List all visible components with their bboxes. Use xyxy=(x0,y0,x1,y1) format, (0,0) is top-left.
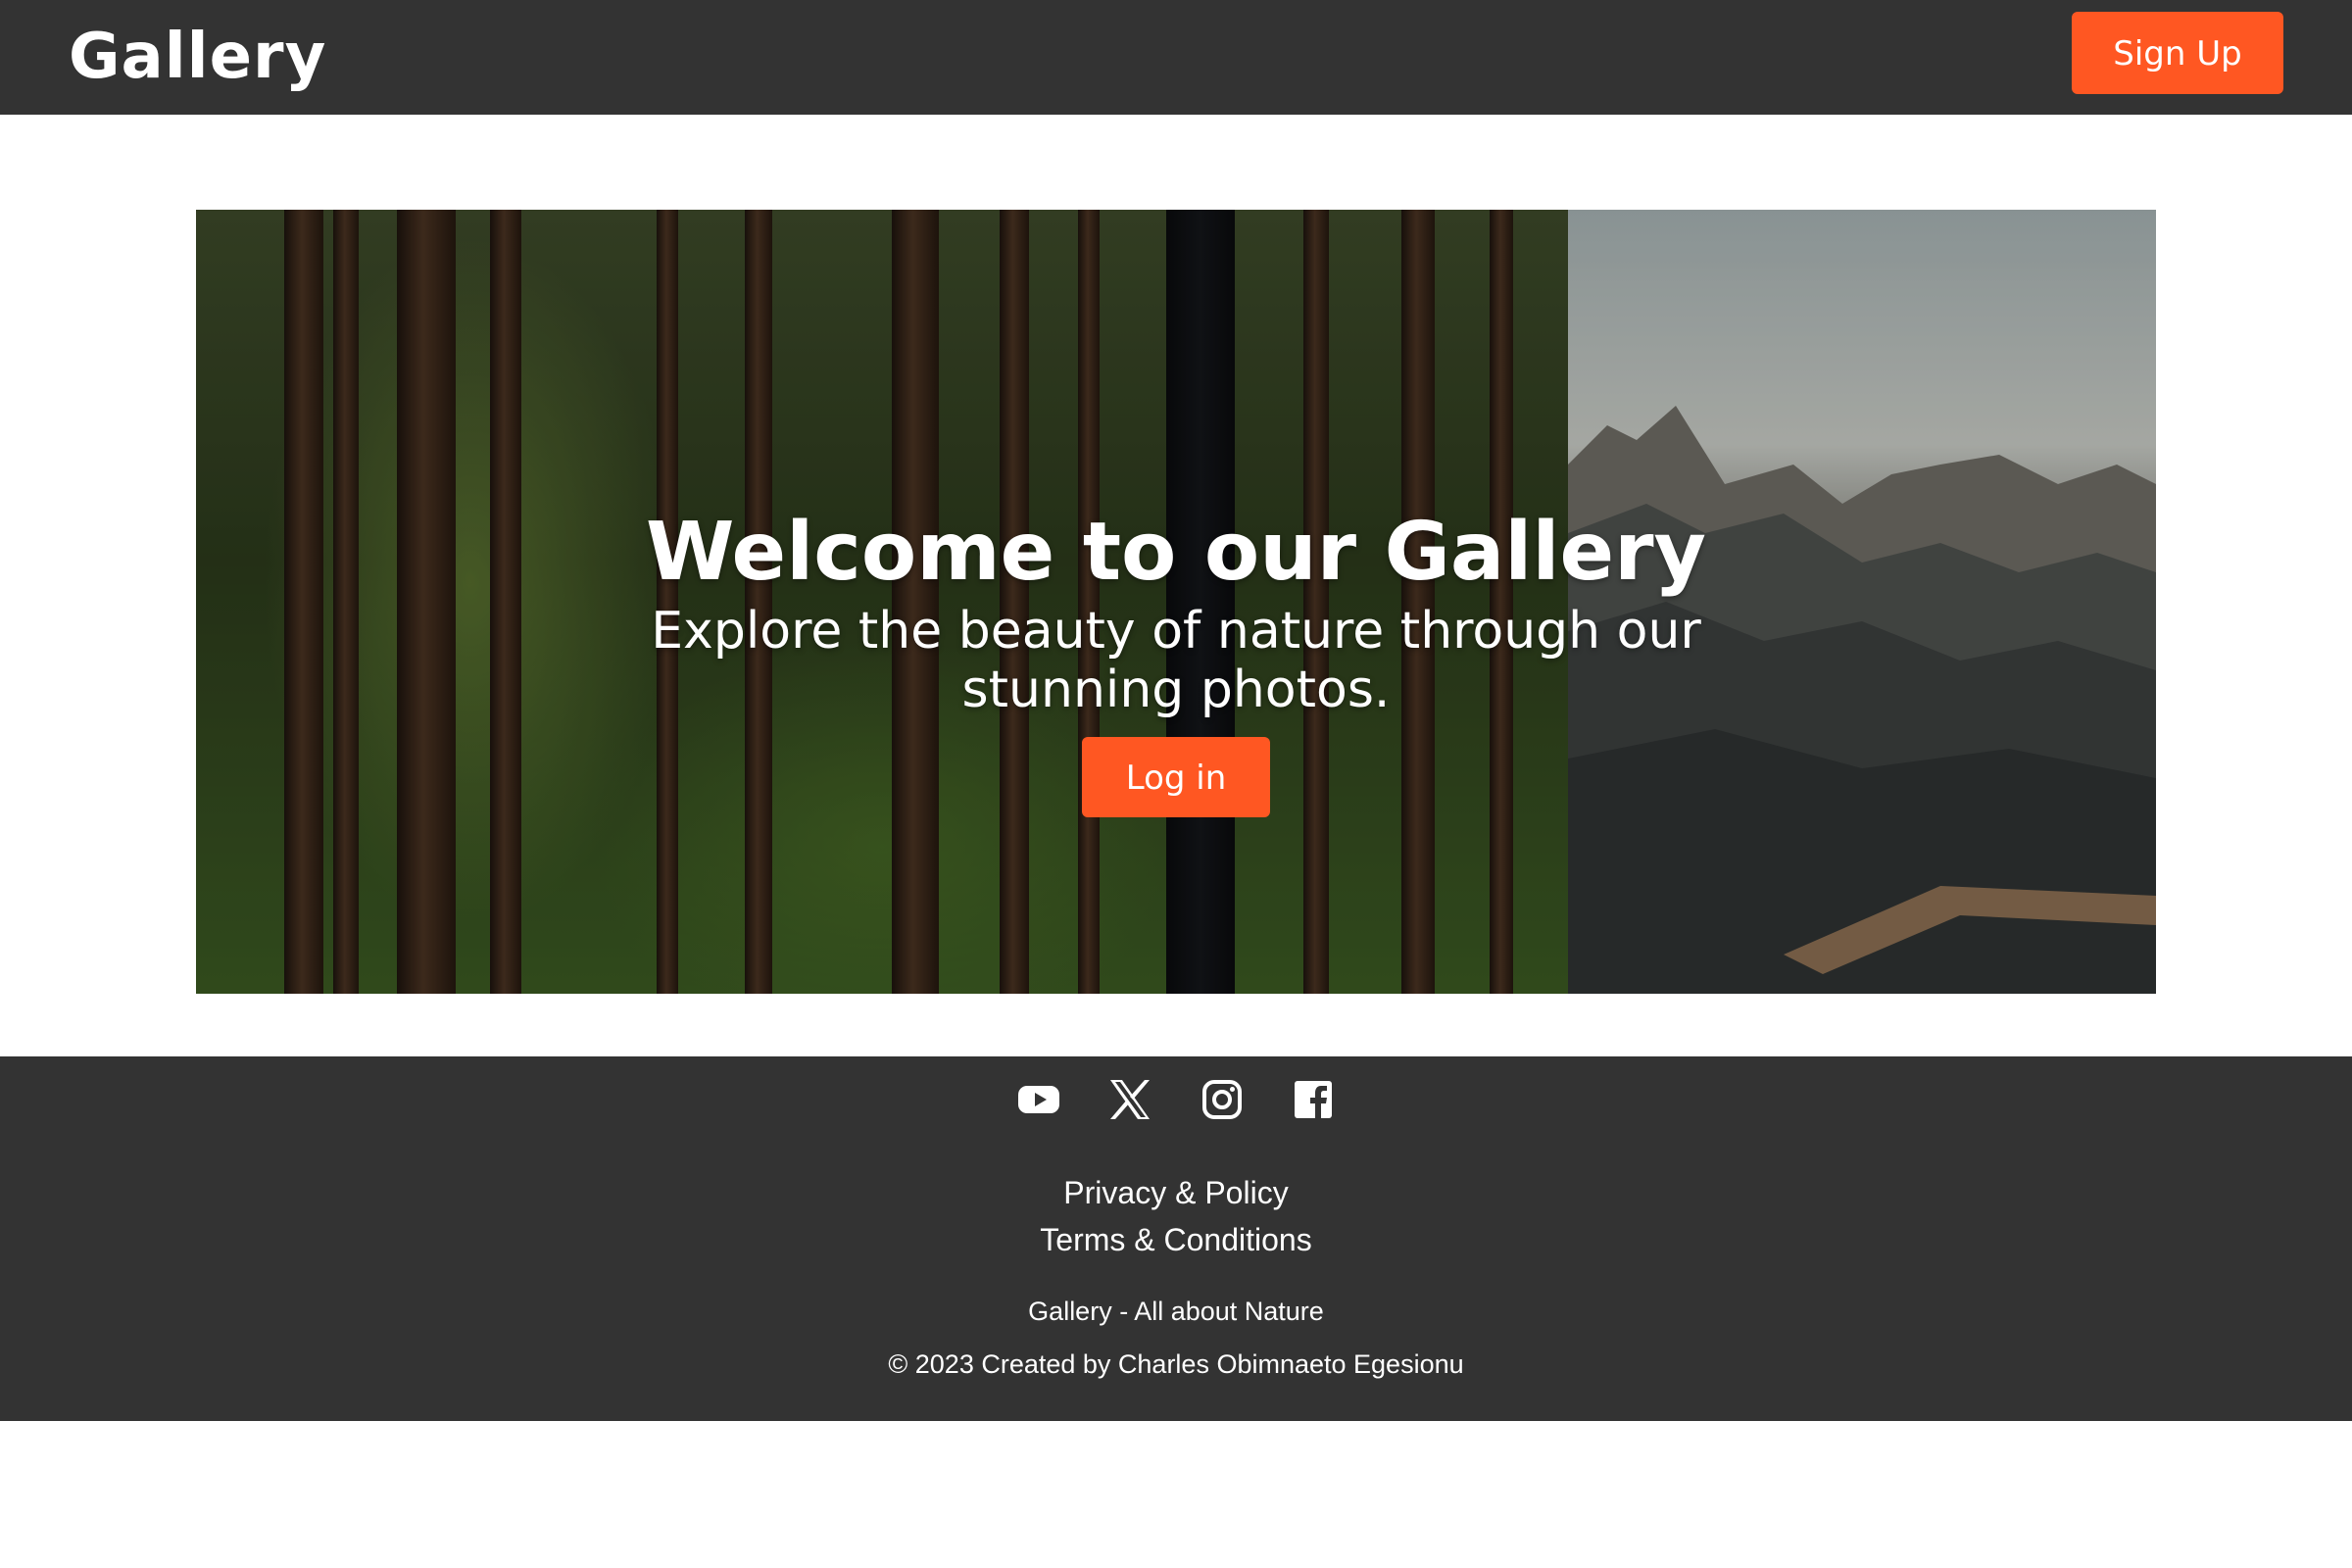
facebook-icon[interactable] xyxy=(1290,1076,1337,1123)
social-links xyxy=(0,1076,2352,1135)
footer-copyright: © 2023 Created by Charles Obimnaeto Eges… xyxy=(888,1349,1464,1379)
hero-banner: Welcome to our Gallery Explore the beaut… xyxy=(196,210,2156,994)
hero-subtitle: Explore the beauty of nature through our… xyxy=(651,602,1701,719)
x-icon[interactable] xyxy=(1106,1076,1153,1123)
youtube-icon[interactable] xyxy=(1015,1076,1062,1123)
top-nav-bar: Gallery Sign Up xyxy=(0,0,2352,115)
footer-tagline: Gallery - All about Nature xyxy=(1028,1297,1324,1326)
terms-conditions-link[interactable]: Terms & Conditions xyxy=(0,1216,2352,1263)
site-logo[interactable]: Gallery xyxy=(69,18,326,96)
sign-up-button[interactable]: Sign Up xyxy=(2072,12,2283,94)
footer-links: Privacy & Policy Terms & Conditions xyxy=(0,1169,2352,1263)
site-footer: Privacy & Policy Terms & Conditions Gall… xyxy=(0,1056,2352,1421)
privacy-policy-link[interactable]: Privacy & Policy xyxy=(0,1169,2352,1216)
hero-content: Welcome to our Gallery Explore the beaut… xyxy=(196,504,2156,817)
hero-title: Welcome to our Gallery xyxy=(646,506,1706,599)
instagram-icon[interactable] xyxy=(1199,1076,1246,1123)
log-in-button[interactable]: Log in xyxy=(1082,737,1270,817)
